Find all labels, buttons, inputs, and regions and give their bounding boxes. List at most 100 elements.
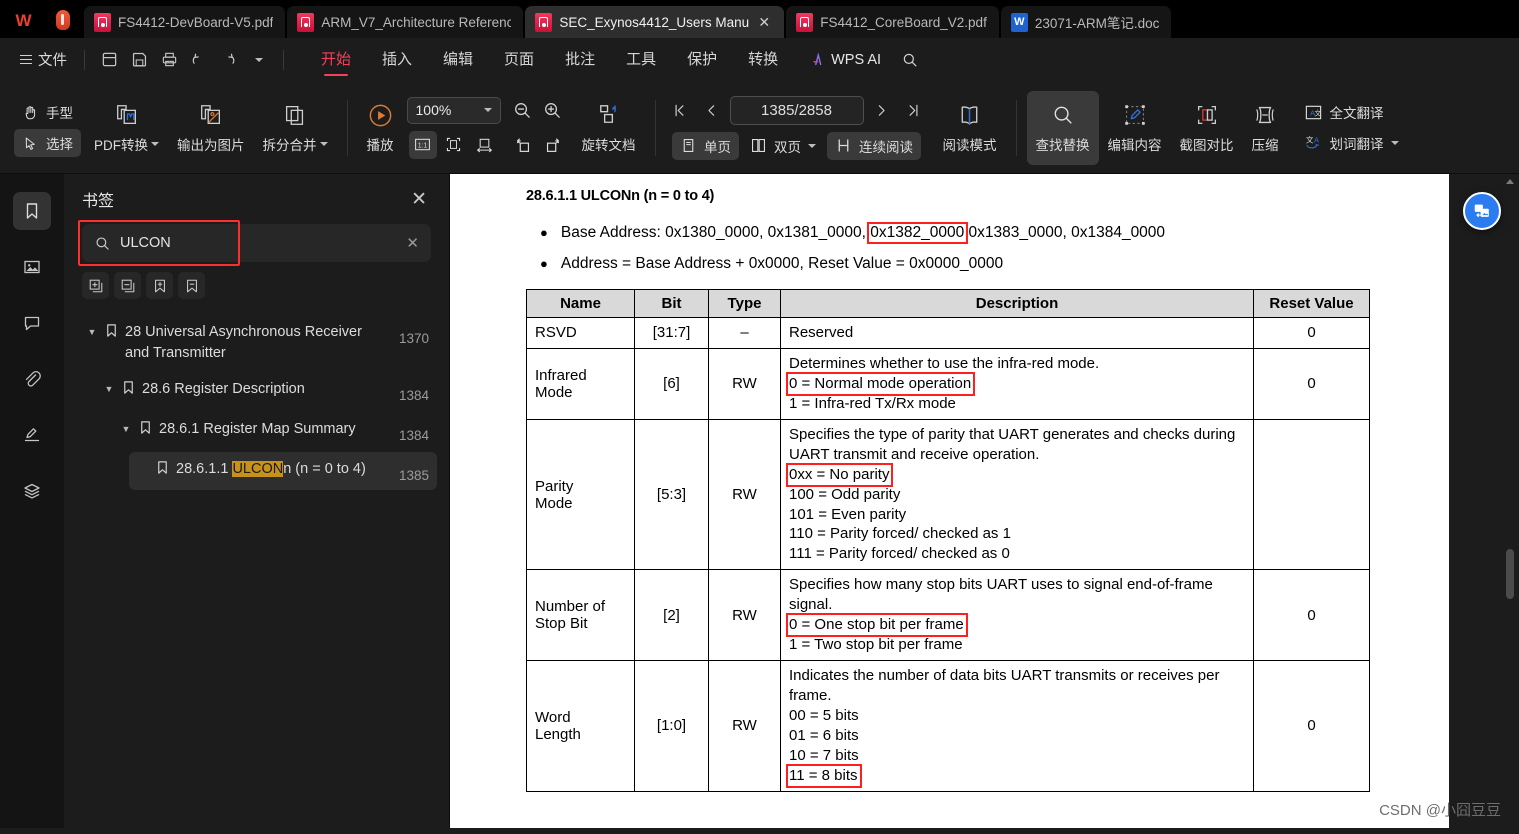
rail-item-signature[interactable]: [13, 416, 51, 454]
desc-line: Indicates the number of data bits UART t…: [789, 667, 1220, 704]
desc-line-marked: 0xx = No parity: [785, 462, 1245, 487]
chevron-down-icon[interactable]: ▼: [120, 424, 132, 434]
pdf-to-word-fab-button[interactable]: [1463, 192, 1501, 230]
rotate-document-button[interactable]: 旋转文档: [573, 91, 645, 165]
remove-bookmark-button[interactable]: [178, 272, 205, 299]
new-document-icon[interactable]: [94, 46, 124, 74]
menu-item-1[interactable]: 插入: [368, 42, 426, 77]
zoom-in-button[interactable]: [539, 96, 567, 124]
continuous-read-button[interactable]: 连续阅读: [827, 131, 921, 160]
menu-item-3[interactable]: 页面: [490, 42, 548, 77]
expand-all-button[interactable]: [82, 272, 109, 299]
side-rail: [0, 174, 64, 828]
screenshot-compare-button[interactable]: 截图对比: [1171, 91, 1243, 165]
tab-1[interactable]: ARM_V7_Architecture Reference: [287, 6, 524, 38]
menu-item-2[interactable]: 编辑: [429, 42, 487, 77]
actual-size-button[interactable]: 1:1: [408, 130, 437, 159]
read-mode-button[interactable]: 阅读模式: [934, 91, 1006, 165]
table-row: Number of Stop Bit [2] RW Specifies how man…: [526, 569, 1370, 662]
signature-icon: [24, 428, 40, 442]
tab-label: FS4412-DevBoard-V5.pdf: [118, 14, 274, 30]
play-button[interactable]: 播放: [358, 91, 403, 165]
table-header-row: Name Bit Type Description Reset Value: [526, 289, 1370, 318]
fit-page-button[interactable]: [440, 131, 468, 159]
previous-page-button[interactable]: [698, 96, 726, 124]
find-replace-button[interactable]: 查找替换: [1026, 90, 1099, 165]
last-page-button[interactable]: [900, 96, 928, 124]
chevron-down-icon[interactable]: ▼: [103, 384, 115, 394]
redo-icon[interactable]: [214, 46, 244, 74]
close-icon[interactable]: ✕: [411, 190, 427, 209]
chevron-down-icon[interactable]: ▼: [86, 327, 98, 337]
rail-item-attachment[interactable]: [13, 360, 51, 398]
next-page-button[interactable]: [868, 96, 896, 124]
find-replace-label: 查找替换: [1035, 138, 1090, 153]
clear-search-icon[interactable]: ✕: [406, 234, 419, 252]
menu-item-4[interactable]: 批注: [551, 42, 609, 77]
menu-item-7[interactable]: 转换: [734, 42, 792, 77]
save-icon[interactable]: [124, 46, 154, 74]
bookmark-search-input[interactable]: [120, 235, 398, 251]
rail-item-bookmark[interactable]: [13, 192, 51, 230]
tab-4[interactable]: W 23071-ARM笔记.doc: [1000, 6, 1172, 38]
tab-3[interactable]: FS4412_CoreBoard_V2.pdf: [786, 6, 999, 38]
bookmark-item-0[interactable]: ▼ 28 Universal Asynchronous Receiver and …: [78, 315, 437, 370]
pdf-convert-label: PDF转换: [94, 138, 148, 153]
document-viewer[interactable]: 28.6.1.1 ULCONn (n = 0 to 4) ● Base Addre…: [450, 174, 1519, 828]
tab-close-icon[interactable]: ✕: [756, 14, 772, 30]
compress-button[interactable]: 压缩: [1243, 91, 1288, 165]
scrollbar-thumb[interactable]: [1506, 549, 1514, 599]
rail-item-comment[interactable]: [13, 304, 51, 342]
tab-0[interactable]: FS4412-DevBoard-V5.pdf: [84, 6, 286, 38]
cell-type: RW: [708, 347, 781, 420]
cell-bit: [5:3]: [634, 418, 709, 571]
menu-item-6[interactable]: 保护: [673, 42, 731, 77]
menu-item-5[interactable]: 工具: [612, 42, 670, 77]
undo-icon[interactable]: [184, 46, 214, 74]
fit-width-button[interactable]: [471, 131, 499, 159]
bookmark-page-number: 1370: [398, 331, 429, 346]
menu-item-0[interactable]: 开始: [307, 42, 365, 77]
word-translate-icon: 文A: [1305, 134, 1319, 148]
export-image-button[interactable]: 输出为图片: [168, 91, 254, 165]
hand-tool-button[interactable]: 手型: [14, 98, 81, 126]
flame-icon[interactable]: [44, 4, 82, 36]
select-tool-label: 选择: [46, 137, 73, 152]
zoom-level-select[interactable]: 100%: [406, 96, 501, 124]
bookmark-item-2[interactable]: ▼ 28.6.1 Register Map Summary 1384: [112, 412, 437, 450]
vertical-scrollbar[interactable]: [1503, 174, 1517, 828]
pdf-convert-button[interactable]: PDF转换: [85, 91, 168, 165]
double-page-button[interactable]: 双页: [742, 132, 824, 160]
word-translate-button[interactable]: 文A 划词翻译: [1296, 129, 1407, 157]
single-page-button[interactable]: 单页: [672, 131, 739, 160]
rail-item-thumbnail[interactable]: [13, 248, 51, 286]
quick-access-more-icon[interactable]: [244, 46, 274, 74]
paperclip-icon: [25, 371, 41, 387]
wps-logo-icon[interactable]: W: [4, 4, 42, 36]
hamburger-icon: [20, 54, 32, 65]
bookmark-item-3[interactable]: 28.6.1.1 ULCONn (n = 0 to 4) 1385: [129, 452, 437, 491]
split-merge-button[interactable]: 拆分合并: [254, 91, 337, 165]
rotate-left-button[interactable]: [509, 131, 537, 159]
bookmark-search-box[interactable]: ✕: [82, 224, 431, 262]
wps-ai-button[interactable]: WPS AI: [800, 46, 891, 74]
zoom-out-button[interactable]: [509, 96, 537, 124]
rotate-right-button[interactable]: [539, 131, 567, 159]
bookmark-page-number: 1385: [398, 468, 429, 484]
global-search-icon[interactable]: [895, 46, 925, 74]
bookmark-item-1[interactable]: ▼ 28.6 Register Description 1384: [95, 372, 437, 410]
file-menu-button[interactable]: 文件: [12, 44, 75, 75]
full-translate-button[interactable]: A文 全文翻译: [1296, 98, 1407, 126]
desc-line: 110 = Parity forced/ checked as 1: [789, 525, 1011, 543]
add-bookmark-button[interactable]: [146, 272, 173, 299]
print-icon[interactable]: [154, 46, 184, 74]
select-tool-button[interactable]: 选择: [14, 129, 81, 157]
first-page-button[interactable]: [666, 96, 694, 124]
toolbar-group-cursor: 手型 选择 PDF转换 输出为图片 拆分合并: [10, 89, 337, 167]
page-indicator-input[interactable]: 1385/2858: [729, 95, 864, 125]
rail-item-layers[interactable]: [13, 472, 51, 510]
scroll-up-button[interactable]: [1503, 174, 1517, 188]
edit-content-button[interactable]: 编辑内容: [1099, 91, 1171, 165]
collapse-all-button[interactable]: [114, 272, 141, 299]
tab-2[interactable]: SEC_Exynos4412_Users Manu ✕: [525, 6, 785, 38]
